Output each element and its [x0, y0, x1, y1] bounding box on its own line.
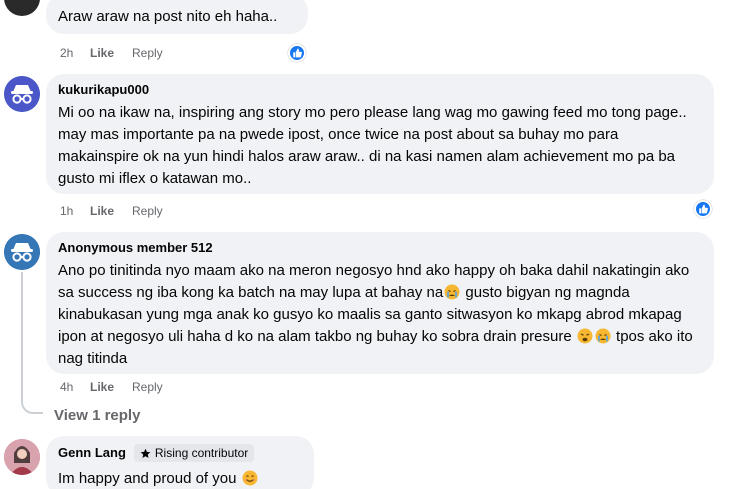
reply-button[interactable]: Reply	[132, 46, 163, 60]
crying-face-emoji	[444, 284, 460, 300]
comment-text: Ano po tinitinda nyo maam ako na meron n…	[58, 260, 702, 370]
view-replies-link[interactable]: View 1 reply	[54, 407, 140, 424]
comment-actions: 1h Like Reply	[60, 204, 163, 218]
comment-author: Genn Lang Rising contributor	[58, 444, 302, 462]
comment-text: Araw araw na post nito eh haha..	[58, 8, 278, 25]
like-reaction-icon[interactable]	[694, 200, 712, 218]
contributor-badge[interactable]: Rising contributor	[133, 444, 255, 462]
avatar[interactable]	[4, 0, 40, 16]
comment-time[interactable]: 2h	[60, 46, 90, 60]
smiling-face-emoji	[242, 470, 258, 486]
comment-time[interactable]: 4h	[60, 380, 90, 394]
like-reaction-icon[interactable]	[288, 44, 306, 62]
comment-bubble: Genn Lang Rising contributor Im happy an…	[46, 436, 314, 489]
comment-author[interactable]: kukurikapu000	[58, 82, 702, 98]
weary-face-emoji	[577, 328, 593, 344]
reply-button[interactable]: Reply	[132, 380, 163, 394]
comment-bubble: kukurikapu000 Mi oo na ikaw na, inspirin…	[46, 74, 714, 194]
comment-time[interactable]: 1h	[60, 204, 90, 218]
anonymous-avatar-icon[interactable]	[4, 234, 40, 270]
like-button[interactable]: Like	[90, 380, 132, 394]
comment-author[interactable]: Anonymous member 512	[58, 240, 702, 256]
comment-bubble: Anonymous member 512 Ano po tinitinda ny…	[46, 232, 714, 374]
star-icon	[140, 448, 151, 458]
thread-connector	[21, 398, 43, 414]
comment-actions: 2h Like Reply	[60, 46, 163, 60]
like-button[interactable]: Like	[90, 46, 132, 60]
comment-bubble: Araw araw na post nito eh haha..	[46, 0, 308, 34]
badge-label: Rising contributor	[154, 446, 249, 460]
comment-author-name[interactable]: Genn Lang	[58, 445, 126, 461]
reply-button[interactable]: Reply	[132, 204, 163, 218]
avatar[interactable]	[4, 439, 40, 475]
crying-face-emoji	[595, 328, 611, 344]
comment-text: Mi oo na ikaw na, inspiring ang story mo…	[58, 104, 687, 187]
comment-text-part: Im happy and proud of you	[58, 470, 241, 487]
comment-actions: 4h Like Reply	[60, 380, 163, 394]
thread-line	[21, 272, 23, 402]
comment-text: Im happy and proud of you	[58, 468, 302, 489]
anonymous-avatar-icon[interactable]	[4, 76, 40, 112]
like-button[interactable]: Like	[90, 204, 132, 218]
